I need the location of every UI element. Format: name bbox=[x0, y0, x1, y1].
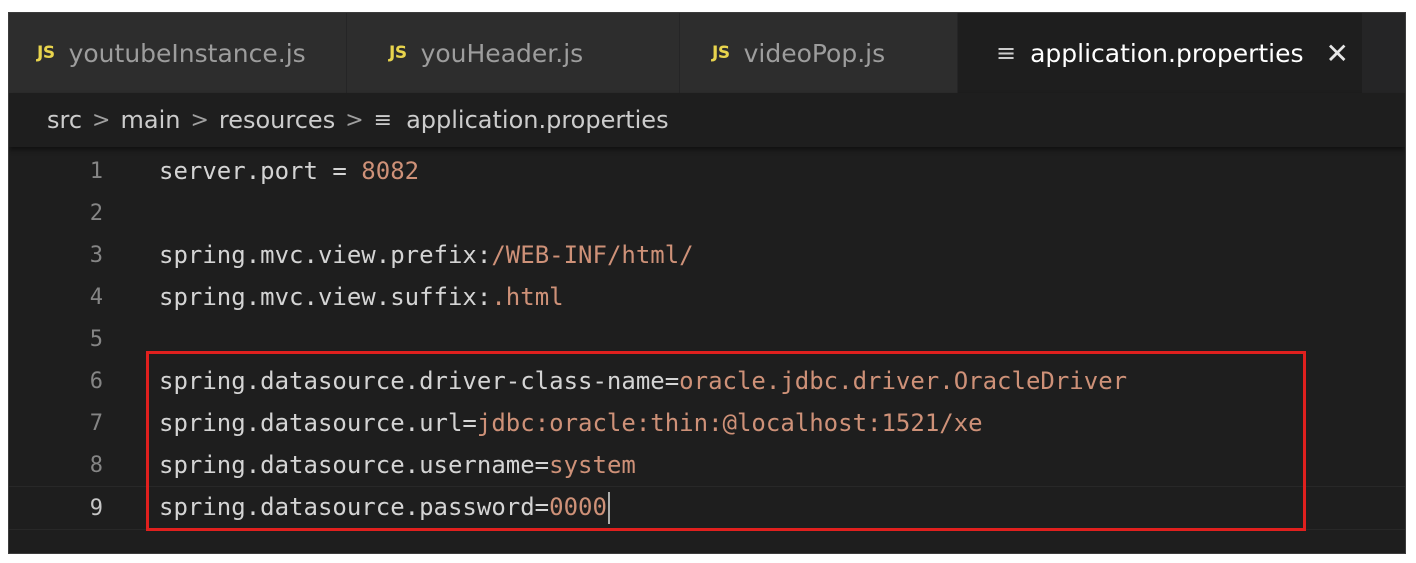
line-text: spring.mvc.view.prefix:/WEB-INF/html/ bbox=[159, 241, 694, 269]
menu-lines-icon: ≡ bbox=[996, 39, 1017, 67]
breadcrumb-item-src[interactable]: src bbox=[47, 106, 82, 134]
breadcrumb-item-resources[interactable]: resources bbox=[219, 106, 335, 134]
line-number: 6 bbox=[89, 368, 103, 394]
property-value: /WEB-INF/html/ bbox=[491, 241, 694, 269]
code-line[interactable]: 4 spring.mvc.view.suffix:.html bbox=[9, 276, 1405, 318]
code-line-current[interactable]: 9 spring.datasource.password=0000 bbox=[9, 486, 1405, 530]
property-value: .html bbox=[491, 283, 564, 311]
property-key: spring.datasource.driver-class-name= bbox=[159, 367, 680, 395]
tab-youtubeinstance-js[interactable]: JS youtubeInstance.js bbox=[9, 13, 347, 93]
code-line[interactable]: 5 bbox=[9, 318, 1405, 360]
tab-youheader-js[interactable]: JS youHeader.js bbox=[347, 13, 680, 93]
menu-lines-icon: ≡ bbox=[373, 107, 393, 133]
tab-label: videoPop.js bbox=[743, 38, 886, 68]
breadcrumb: src > main > resources > ≡ application.p… bbox=[9, 93, 1405, 147]
code-line[interactable]: 3 spring.mvc.view.prefix:/WEB-INF/html/ bbox=[9, 234, 1405, 276]
line-text: spring.datasource.password=0000 bbox=[159, 492, 610, 524]
property-key: server.port = bbox=[159, 157, 362, 185]
code-line[interactable]: 2 bbox=[9, 192, 1405, 234]
tab-label: youtubeInstance.js bbox=[68, 38, 306, 68]
line-text: server.port = 8082 bbox=[159, 157, 419, 185]
line-text: spring.datasource.username=system bbox=[159, 451, 636, 479]
line-number: 9 bbox=[89, 495, 103, 521]
tab-videopop-js[interactable]: JS videoPop.js bbox=[680, 13, 958, 93]
property-key: spring.mvc.view.suffix: bbox=[159, 283, 492, 311]
property-value: jdbc:oracle:thin:@localhost:1521/xe bbox=[476, 409, 983, 437]
line-number: 1 bbox=[89, 158, 103, 184]
line-number: 3 bbox=[89, 242, 103, 268]
property-key: spring.mvc.view.prefix: bbox=[159, 241, 492, 269]
tab-application-properties[interactable]: ≡ application.properties ✕ bbox=[958, 13, 1363, 93]
property-key: spring.datasource.password= bbox=[159, 493, 550, 521]
property-key: spring.datasource.username= bbox=[159, 451, 550, 479]
breadcrumb-item-main[interactable]: main bbox=[120, 106, 180, 134]
js-file-icon: JS bbox=[37, 43, 55, 63]
property-key: spring.datasource.url= bbox=[159, 409, 477, 437]
line-text: spring.datasource.url=jdbc:oracle:thin:@… bbox=[159, 409, 983, 437]
property-value: oracle.jdbc.driver.OracleDriver bbox=[679, 367, 1128, 395]
chevron-right-icon: > bbox=[190, 107, 209, 133]
breadcrumb-item-file[interactable]: application.properties bbox=[406, 106, 669, 134]
code-editor: JS youtubeInstance.js JS youHeader.js JS… bbox=[8, 12, 1406, 554]
line-number: 5 bbox=[89, 326, 103, 352]
chevron-right-icon: > bbox=[345, 107, 364, 133]
tab-label: application.properties bbox=[1030, 38, 1304, 68]
line-number: 2 bbox=[89, 200, 103, 226]
line-number: 8 bbox=[89, 452, 103, 478]
line-number: 7 bbox=[89, 410, 103, 436]
line-number: 4 bbox=[89, 284, 103, 310]
property-value: system bbox=[549, 451, 636, 479]
tab-label: youHeader.js bbox=[420, 38, 584, 68]
code-line[interactable]: 8 spring.datasource.username=system bbox=[9, 444, 1405, 486]
code-line[interactable]: 7 spring.datasource.url=jdbc:oracle:thin… bbox=[9, 402, 1405, 444]
line-text: spring.mvc.view.suffix:.html bbox=[159, 283, 564, 311]
line-text: spring.datasource.driver-class-name=orac… bbox=[159, 367, 1127, 395]
js-file-icon: JS bbox=[389, 43, 407, 63]
tab-bar: JS youtubeInstance.js JS youHeader.js JS… bbox=[9, 13, 1405, 93]
js-file-icon: JS bbox=[712, 43, 730, 63]
code-line[interactable]: 6 spring.datasource.driver-class-name=or… bbox=[9, 360, 1405, 402]
property-value: 0000 bbox=[549, 493, 607, 521]
property-value: 8082 bbox=[361, 157, 420, 185]
text-cursor bbox=[607, 492, 610, 524]
close-icon[interactable]: ✕ bbox=[1326, 37, 1349, 70]
chevron-right-icon: > bbox=[92, 107, 111, 133]
code-line[interactable]: 1 server.port = 8082 bbox=[9, 150, 1405, 192]
